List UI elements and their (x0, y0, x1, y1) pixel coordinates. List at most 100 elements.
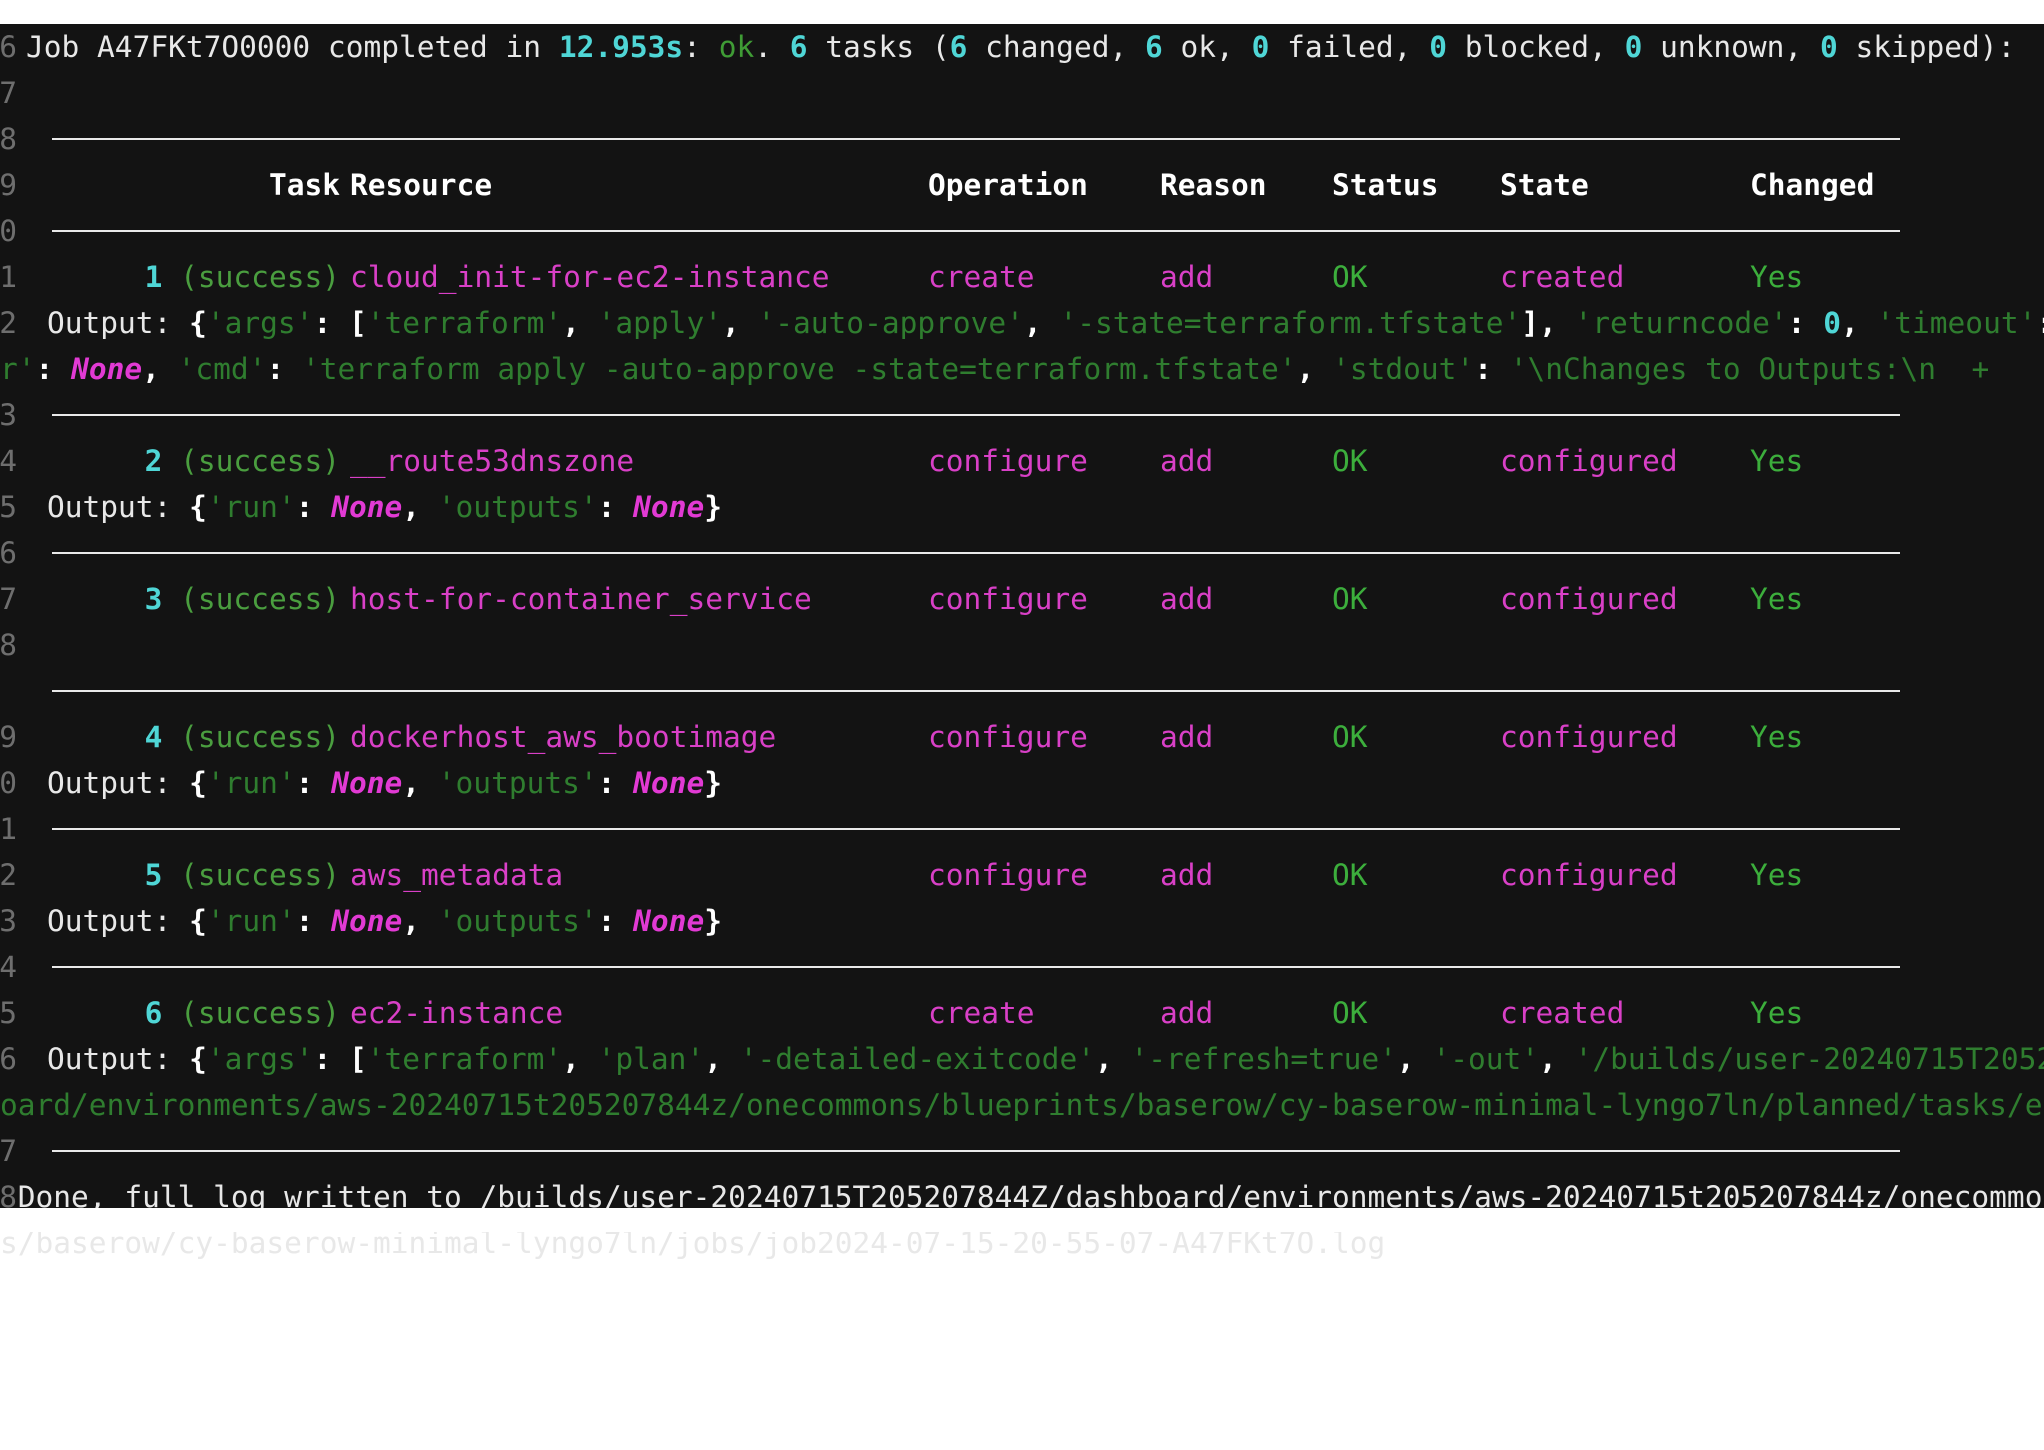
cell-status: OK (1332, 996, 1368, 1030)
task-number: 5 (144, 858, 163, 892)
colon: : (2036, 306, 2044, 340)
summary-result: ok (718, 30, 755, 64)
table-row[interactable]: 1 1 (success) cloud_init-for-ec2-instanc… (0, 254, 2044, 300)
cell-reason: add (1160, 720, 1214, 754)
table-row[interactable]: 9 4 (success) dockerhost_aws_bootimage c… (0, 714, 2044, 760)
table-row[interactable]: 2 5 (success) aws_metadata configure add… (0, 852, 2044, 898)
cell-task: 4 (success) (110, 714, 340, 760)
log-line-blank: 8 (0, 622, 2044, 668)
colon: : (35, 352, 72, 386)
column-header-state: State (1500, 168, 1589, 202)
task-result: (success) (180, 720, 340, 754)
horizontal-rule (52, 690, 1900, 692)
arg-out-path-partial: '/builds/user-20240715T205207844Z/dashb (1574, 1042, 2044, 1076)
brace-open: { (189, 1042, 207, 1076)
cell-reason: add (1160, 444, 1214, 478)
cell-operation: configure (928, 858, 1088, 892)
gutter-number: 7 (0, 1134, 17, 1168)
summary-unknown-count: 0 (1624, 30, 1643, 64)
gutter-number: 5 (0, 996, 17, 1030)
cell-changed: Yes (1750, 720, 1804, 754)
log-line-summary: 6 Job A47FKt7O0000 completed in 12.953s:… (0, 24, 2044, 70)
key-run: 'run' (206, 904, 296, 938)
summary-ok-word: ok, (1162, 30, 1252, 64)
comma: , (402, 490, 438, 524)
cell-status: OK (1332, 720, 1368, 754)
cell-task: 2 (success) (110, 438, 340, 484)
cell-operation: configure (928, 582, 1088, 616)
colon: : (266, 352, 302, 386)
value-none: None (331, 766, 403, 800)
horizontal-rule (52, 414, 1900, 416)
cell-resource: __route53dnszone (350, 444, 635, 478)
horizontal-rule (52, 138, 1900, 140)
table-row[interactable]: 4 2 (success) __route53dnszone configure… (0, 438, 2044, 484)
comma: , (1396, 1042, 1433, 1076)
summary-unknown-word: unknown, (1642, 30, 1820, 64)
task-result: (success) (180, 858, 340, 892)
colon: : (313, 1042, 349, 1076)
cell-state: configured (1500, 582, 1678, 616)
column-header-operation: Operation (928, 168, 1088, 202)
task-number: 1 (144, 260, 163, 294)
horizontal-rule (52, 230, 1900, 232)
arg-state: '-state=terraform.tfstate' (1059, 306, 1522, 340)
output-label: Output: (47, 1042, 190, 1076)
summary-changed-count: 6 (949, 30, 968, 64)
gutter-number: 2 (0, 306, 17, 340)
table-row[interactable]: 5 6 (success) ec2-instance create add OK… (0, 990, 2044, 1036)
arg-refresh: '-refresh=true' (1130, 1042, 1397, 1076)
output-text: Output: {'run': None, 'outputs': None} (47, 484, 722, 530)
comma: , (1840, 306, 1877, 340)
bracket-close: ] (1521, 306, 1539, 340)
task-result: (success) (180, 444, 340, 478)
value-cmd: 'terraform apply -auto-approve -state=te… (301, 352, 1297, 386)
gutter-number: 1 (0, 260, 17, 294)
arg-plan: 'plan' (597, 1042, 705, 1076)
output-label: Output: (47, 490, 190, 524)
cell-task: 5 (success) (110, 852, 340, 898)
top-white-margin (0, 0, 2044, 24)
cell-changed: Yes (1750, 582, 1804, 616)
brace-close: } (704, 766, 722, 800)
cell-reason: add (1160, 996, 1214, 1030)
table-header-rule-row: 0 (0, 208, 2044, 254)
task-number: 4 (144, 720, 163, 754)
cell-state: configured (1500, 720, 1678, 754)
task-number: 3 (144, 582, 163, 616)
column-header-status: Status (1332, 168, 1439, 202)
task-number: 6 (144, 996, 163, 1030)
horizontal-rule (52, 828, 1900, 830)
comma: , (402, 904, 438, 938)
log-line-output: 0 Output: {'run': None, 'outputs': None} (0, 760, 2044, 806)
cell-reason: add (1160, 260, 1214, 294)
table-row[interactable]: 7 3 (success) host-for-container_service… (0, 576, 2044, 622)
brace-open: { (189, 904, 207, 938)
log-line-output: 2 Output: {'args': ['terraform', 'apply'… (0, 300, 2044, 346)
output-text: Output: {'run': None, 'outputs': None} (47, 898, 722, 944)
row-separator-rule-row: 4 (0, 944, 2044, 990)
comma: , (1539, 306, 1575, 340)
log-line-output: 3 Output: {'run': None, 'outputs': None} (0, 898, 2044, 944)
gutter-number: 6 (0, 536, 17, 570)
gutter-number: 1 (0, 812, 17, 846)
arg-auto-approve: '-auto-approve' (757, 306, 1024, 340)
value-none: None (71, 352, 143, 386)
cell-resource: aws_metadata (350, 858, 564, 892)
arg-out-path-rest: oard/environments/aws-20240715t205207844… (0, 1088, 2043, 1122)
key-run: 'run' (206, 490, 296, 524)
table-top-rule-row: 8 (0, 116, 2044, 162)
key-error-rest: r' (0, 352, 36, 386)
row-separator-rule-row: 1 (0, 806, 2044, 852)
gutter-number: 0 (0, 766, 17, 800)
cell-task: 1 (success) (110, 254, 340, 300)
cell-status: OK (1332, 444, 1368, 478)
colon: : (295, 766, 332, 800)
brace-open: { (189, 766, 207, 800)
terminal-output-pane[interactable]: 6 Job A47FKt7O0000 completed in 12.953s:… (0, 24, 2044, 1260)
output-text: Output: {'run': None, 'outputs': None} (47, 760, 722, 806)
cell-state: configured (1500, 444, 1678, 478)
brace-close: } (704, 904, 722, 938)
key-outputs: 'outputs' (437, 766, 598, 800)
log-line-blank: 7 (0, 70, 2044, 116)
